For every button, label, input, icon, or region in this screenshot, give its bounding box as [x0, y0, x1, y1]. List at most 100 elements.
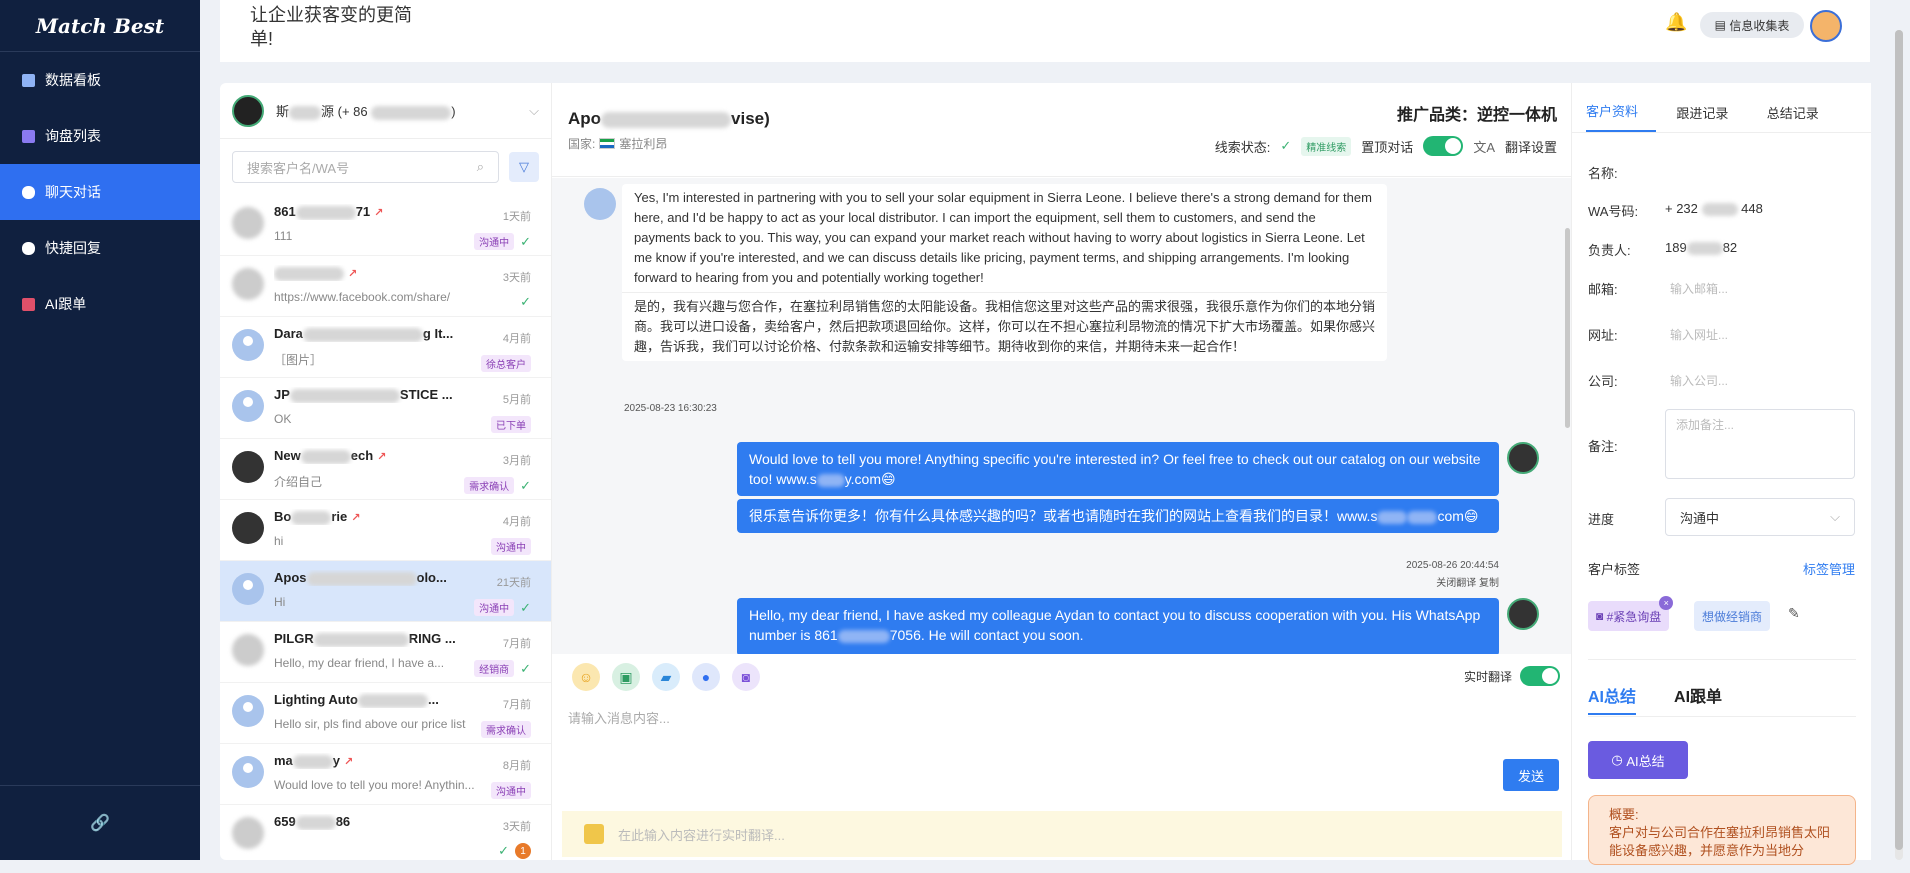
contact-item[interactable]: New ech ↗ 介绍自己 3月前 需求确认 ✓ [220, 439, 551, 500]
contact-item[interactable]: Dara g It... ［图片］ 4月前 徐总客户 [220, 317, 551, 378]
contact-time: 8月前 [502, 760, 531, 772]
message-original-text: Yes, I'm interested in partnering with y… [634, 190, 1372, 285]
image-icon[interactable]: ▣ [612, 663, 640, 691]
app-logo[interactable]: Match Best [0, 0, 200, 52]
filter-icon[interactable]: ▽ [509, 152, 539, 182]
contact-item[interactable]: Bo rie ↗ hi 4月前 沟通中 [220, 500, 551, 561]
customer-tag-distributor[interactable]: 想做经销商 [1694, 601, 1771, 631]
email-input[interactable]: 输入邮箱... [1670, 280, 1728, 297]
sidebar-item-inquiry-list[interactable]: 询盘列表 [0, 108, 200, 164]
account-selector[interactable]: 斯源 (+ 86 ) ⌵ [220, 83, 551, 139]
check-icon: ✓ [498, 843, 509, 858]
search-icon: ⌕ [476, 159, 484, 174]
chevron-down-icon[interactable]: ⌵ [529, 103, 539, 119]
contact-time: 3天前 [502, 272, 531, 284]
info-collection-button[interactable]: ▤ 信息收集表 [1700, 12, 1804, 38]
outgoing-message[interactable]: Would love to tell you more! Anything sp… [737, 442, 1499, 496]
bell-icon[interactable]: 🔔 [1665, 12, 1687, 33]
trend-arrow-icon: ↗ [348, 268, 358, 280]
contact-avatar [232, 451, 264, 483]
sidebar-item-ai-followup[interactable]: AI跟单 [0, 276, 200, 332]
realtime-translate-toggle[interactable] [1520, 666, 1560, 686]
realtime-translate: 实时翻译 [1464, 666, 1560, 686]
outgoing-message-translation[interactable]: 很乐意告诉你更多！你有什么具体感兴趣的吗？或者也请随时在我们的网站上查看我们的目… [737, 499, 1499, 533]
user-avatar[interactable] [1810, 10, 1842, 42]
translate-settings-link[interactable]: 翻译设置 [1505, 137, 1557, 156]
check-icon: ✓ [520, 660, 531, 676]
contact-item[interactable]: 659 86 3天前 ✓ 1 [220, 805, 551, 860]
contact-last-message: hi [274, 533, 284, 548]
owner-value: 189 82 [1665, 240, 1738, 256]
check-icon: ✓ [520, 233, 531, 249]
contact-item[interactable]: 861 71 ↗ 111 1天前 沟通中 ✓ [220, 195, 551, 256]
trend-arrow-icon: ↗ [351, 512, 361, 524]
website-input[interactable]: 输入网址... [1670, 326, 1728, 343]
company-input[interactable]: 输入公司... [1670, 372, 1728, 389]
unread-badge: 1 [515, 843, 531, 859]
contact-search-input[interactable]: 搜索客户名/WA号 ⌕ [232, 151, 499, 183]
agent-avatar [1507, 598, 1539, 630]
tab-ai-followup[interactable]: AI跟单 [1674, 683, 1722, 715]
sidebar-item-chat[interactable]: 聊天对话 [0, 164, 200, 220]
sidebar-item-label: 聊天对话 [45, 184, 101, 200]
contact-name: PILGR RING ... [274, 631, 456, 647]
promo-category: 推广品类：逆控一体机 [1396, 107, 1557, 124]
contact-status-tag: 徐总客户 [481, 355, 531, 372]
tab-ai-summary[interactable]: AI总结 [1588, 683, 1637, 715]
tab-followup-records[interactable]: 跟进记录 [1676, 103, 1766, 132]
trend-arrow-icon: ↗ [344, 756, 354, 768]
contact-avatar [232, 268, 264, 300]
link-icon[interactable]: 🔗 [0, 785, 200, 860]
contact-item[interactable]: Lighting Auto... Hello sir, pls find abov… [220, 683, 551, 744]
sidebar-item-quick-reply[interactable]: 快捷回复 [0, 220, 200, 276]
folder-icon[interactable]: ▰ [652, 663, 680, 691]
contact-time: 4月前 [502, 516, 531, 528]
contact-item[interactable]: PILGR RING ... Hello, my dear friend, I ha… [220, 622, 551, 683]
message-input[interactable]: 请输入消息内容... [568, 708, 1558, 748]
message-scrollbar[interactable] [1565, 228, 1570, 428]
message-list[interactable]: Yes, I'm interested in partnering with y… [552, 178, 1572, 654]
account-avatar [232, 94, 264, 127]
contact-status-tag: 需求确认 [481, 721, 531, 738]
emoji-icon[interactable]: ☺ [572, 663, 600, 691]
contact-status-tag: 需求确认 [464, 477, 515, 494]
page-scrollbar[interactable] [1895, 30, 1903, 860]
contact-avatar [232, 329, 264, 361]
tab-summary-records[interactable]: 总结记录 [1767, 103, 1857, 132]
pin-toggle[interactable] [1423, 136, 1464, 156]
contact-name: Bo rie ↗ [274, 509, 361, 525]
compose-toolbar: ☺ ▣ ▰ ● ◙ 实时翻译 [552, 654, 1572, 700]
translate-input[interactable]: 在此输入内容进行实时翻译... [562, 811, 1562, 857]
chevron-down-icon: ⌵ [1830, 509, 1840, 524]
contact-item[interactable]: ma y ↗ Would love to tell you more! Anythin… [220, 744, 551, 805]
send-button[interactable]: 发送 [1503, 759, 1559, 791]
quick-reply-icon[interactable]: ● [692, 663, 720, 691]
contact-item[interactable]: Apos olo... Hi 21天前 沟通中 ✓ [220, 561, 551, 622]
tag-management-link[interactable]: 标签管理 [1803, 559, 1855, 578]
customer-tag-urgent[interactable]: ◙ #紧急询盘 × [1588, 596, 1674, 631]
lead-tag[interactable]: 精准线索 [1301, 136, 1352, 156]
dashboard-icon [22, 73, 35, 87]
email-label: 邮箱: [1588, 282, 1618, 297]
robot-icon[interactable]: ◙ [732, 663, 760, 691]
progress-select[interactable]: 沟通中 ⌵ [1665, 498, 1855, 536]
outgoing-message[interactable]: Hello, my dear friend, I have asked my c… [737, 598, 1499, 654]
sidebar-item-dashboard[interactable]: 数据看板 [0, 52, 200, 108]
edit-icon[interactable]: ✎ [1788, 605, 1800, 622]
contact-status-tag: 沟通中 [474, 233, 515, 250]
tab-customer-info[interactable]: 客户资料 [1586, 101, 1657, 132]
close-icon[interactable]: × [1659, 596, 1674, 610]
incoming-message[interactable]: Yes, I'm interested in partnering with y… [622, 184, 1387, 361]
ai-summary-button[interactable]: ◷ AI总结 [1588, 741, 1688, 779]
contact-avatar [232, 390, 264, 422]
chat-status-bar: 线索状态: ✓ 精准线索 置顶对话 文A 翻译设置 [1215, 136, 1557, 156]
contact-avatar [232, 695, 264, 727]
contact-item[interactable]: JP STICE ... OK 5月前 已下单 [220, 378, 551, 439]
contact-time: 1天前 [502, 211, 531, 223]
note-textarea[interactable]: 添加备注... [1665, 409, 1855, 479]
owner-label: 负责人: [1588, 243, 1631, 258]
contact-avatar [232, 817, 264, 849]
contact-item[interactable]: ↗ https://www.facebook.com/share/3天前 ✓ [220, 256, 551, 317]
contact-name: ↗ [274, 265, 541, 281]
message-actions[interactable]: 关闭翻译 复制 [1436, 574, 1499, 589]
